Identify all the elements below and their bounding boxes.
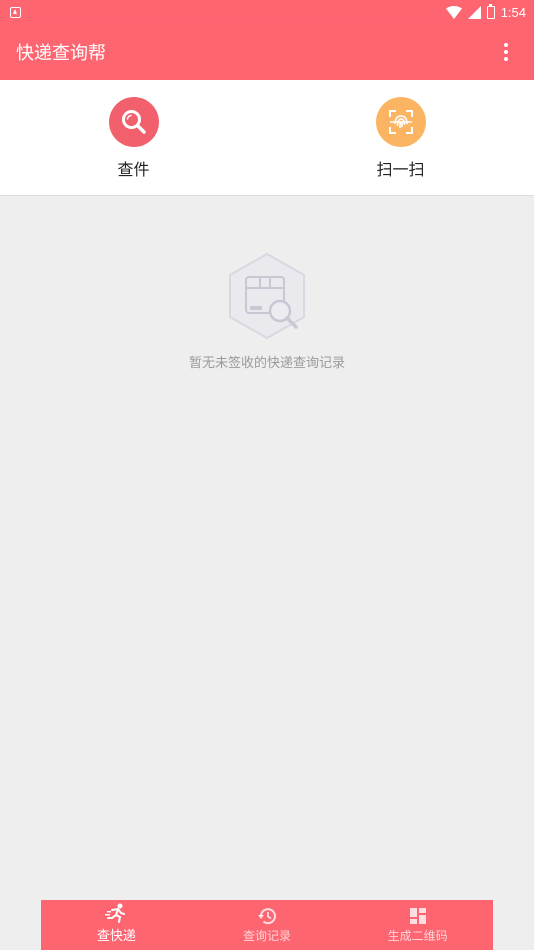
nav-item-qrcode[interactable]: 生成二维码 [342, 900, 493, 950]
more-vert-icon[interactable] [494, 40, 518, 64]
action-scan-label: 扫一扫 [376, 160, 425, 179]
action-panel: 查件 扫一扫 [0, 80, 534, 196]
nav-item-history[interactable]: 查询记录 [192, 900, 343, 950]
action-search-label: 查件 [117, 160, 150, 179]
empty-state: 暂无未签收的快递查询记录 [0, 250, 534, 371]
bottom-nav: 查快递 查询记录 生成二维码 [41, 900, 493, 950]
app-screen: 1:54 快递查询帮 查件 扫一扫 暂无未签收的快递查询记录 查快递 查询记录 … [0, 0, 534, 950]
empty-state-text: 暂无未签收的快递查询记录 [188, 356, 345, 371]
wifi-icon [445, 5, 462, 19]
nav-label-history: 查询记录 [243, 929, 292, 943]
nav-label-qrcode: 生成二维码 [387, 929, 448, 943]
app-bar: 快递查询帮 [0, 24, 534, 80]
search-icon [108, 97, 159, 147]
status-bar: 1:54 [0, 0, 534, 24]
battery-icon [486, 3, 495, 19]
nav-label-express: 查快递 [96, 929, 136, 944]
fingerprint-scan-icon [375, 97, 426, 147]
signal-icon [467, 5, 481, 19]
notification-icon [10, 6, 21, 18]
action-search-parcel[interactable]: 查件 [0, 80, 267, 195]
history-icon [258, 908, 276, 925]
dashboard-grid-icon [409, 908, 426, 924]
status-time: 1:54 [500, 4, 526, 20]
app-title: 快递查询帮 [16, 43, 106, 64]
nav-item-express[interactable]: 查快递 [41, 900, 192, 950]
status-left [10, 6, 21, 18]
package-search-icon [229, 252, 305, 340]
action-scan[interactable]: 扫一扫 [267, 80, 534, 195]
status-right: 1:54 [445, 3, 526, 20]
courier-runner-icon [105, 903, 126, 923]
